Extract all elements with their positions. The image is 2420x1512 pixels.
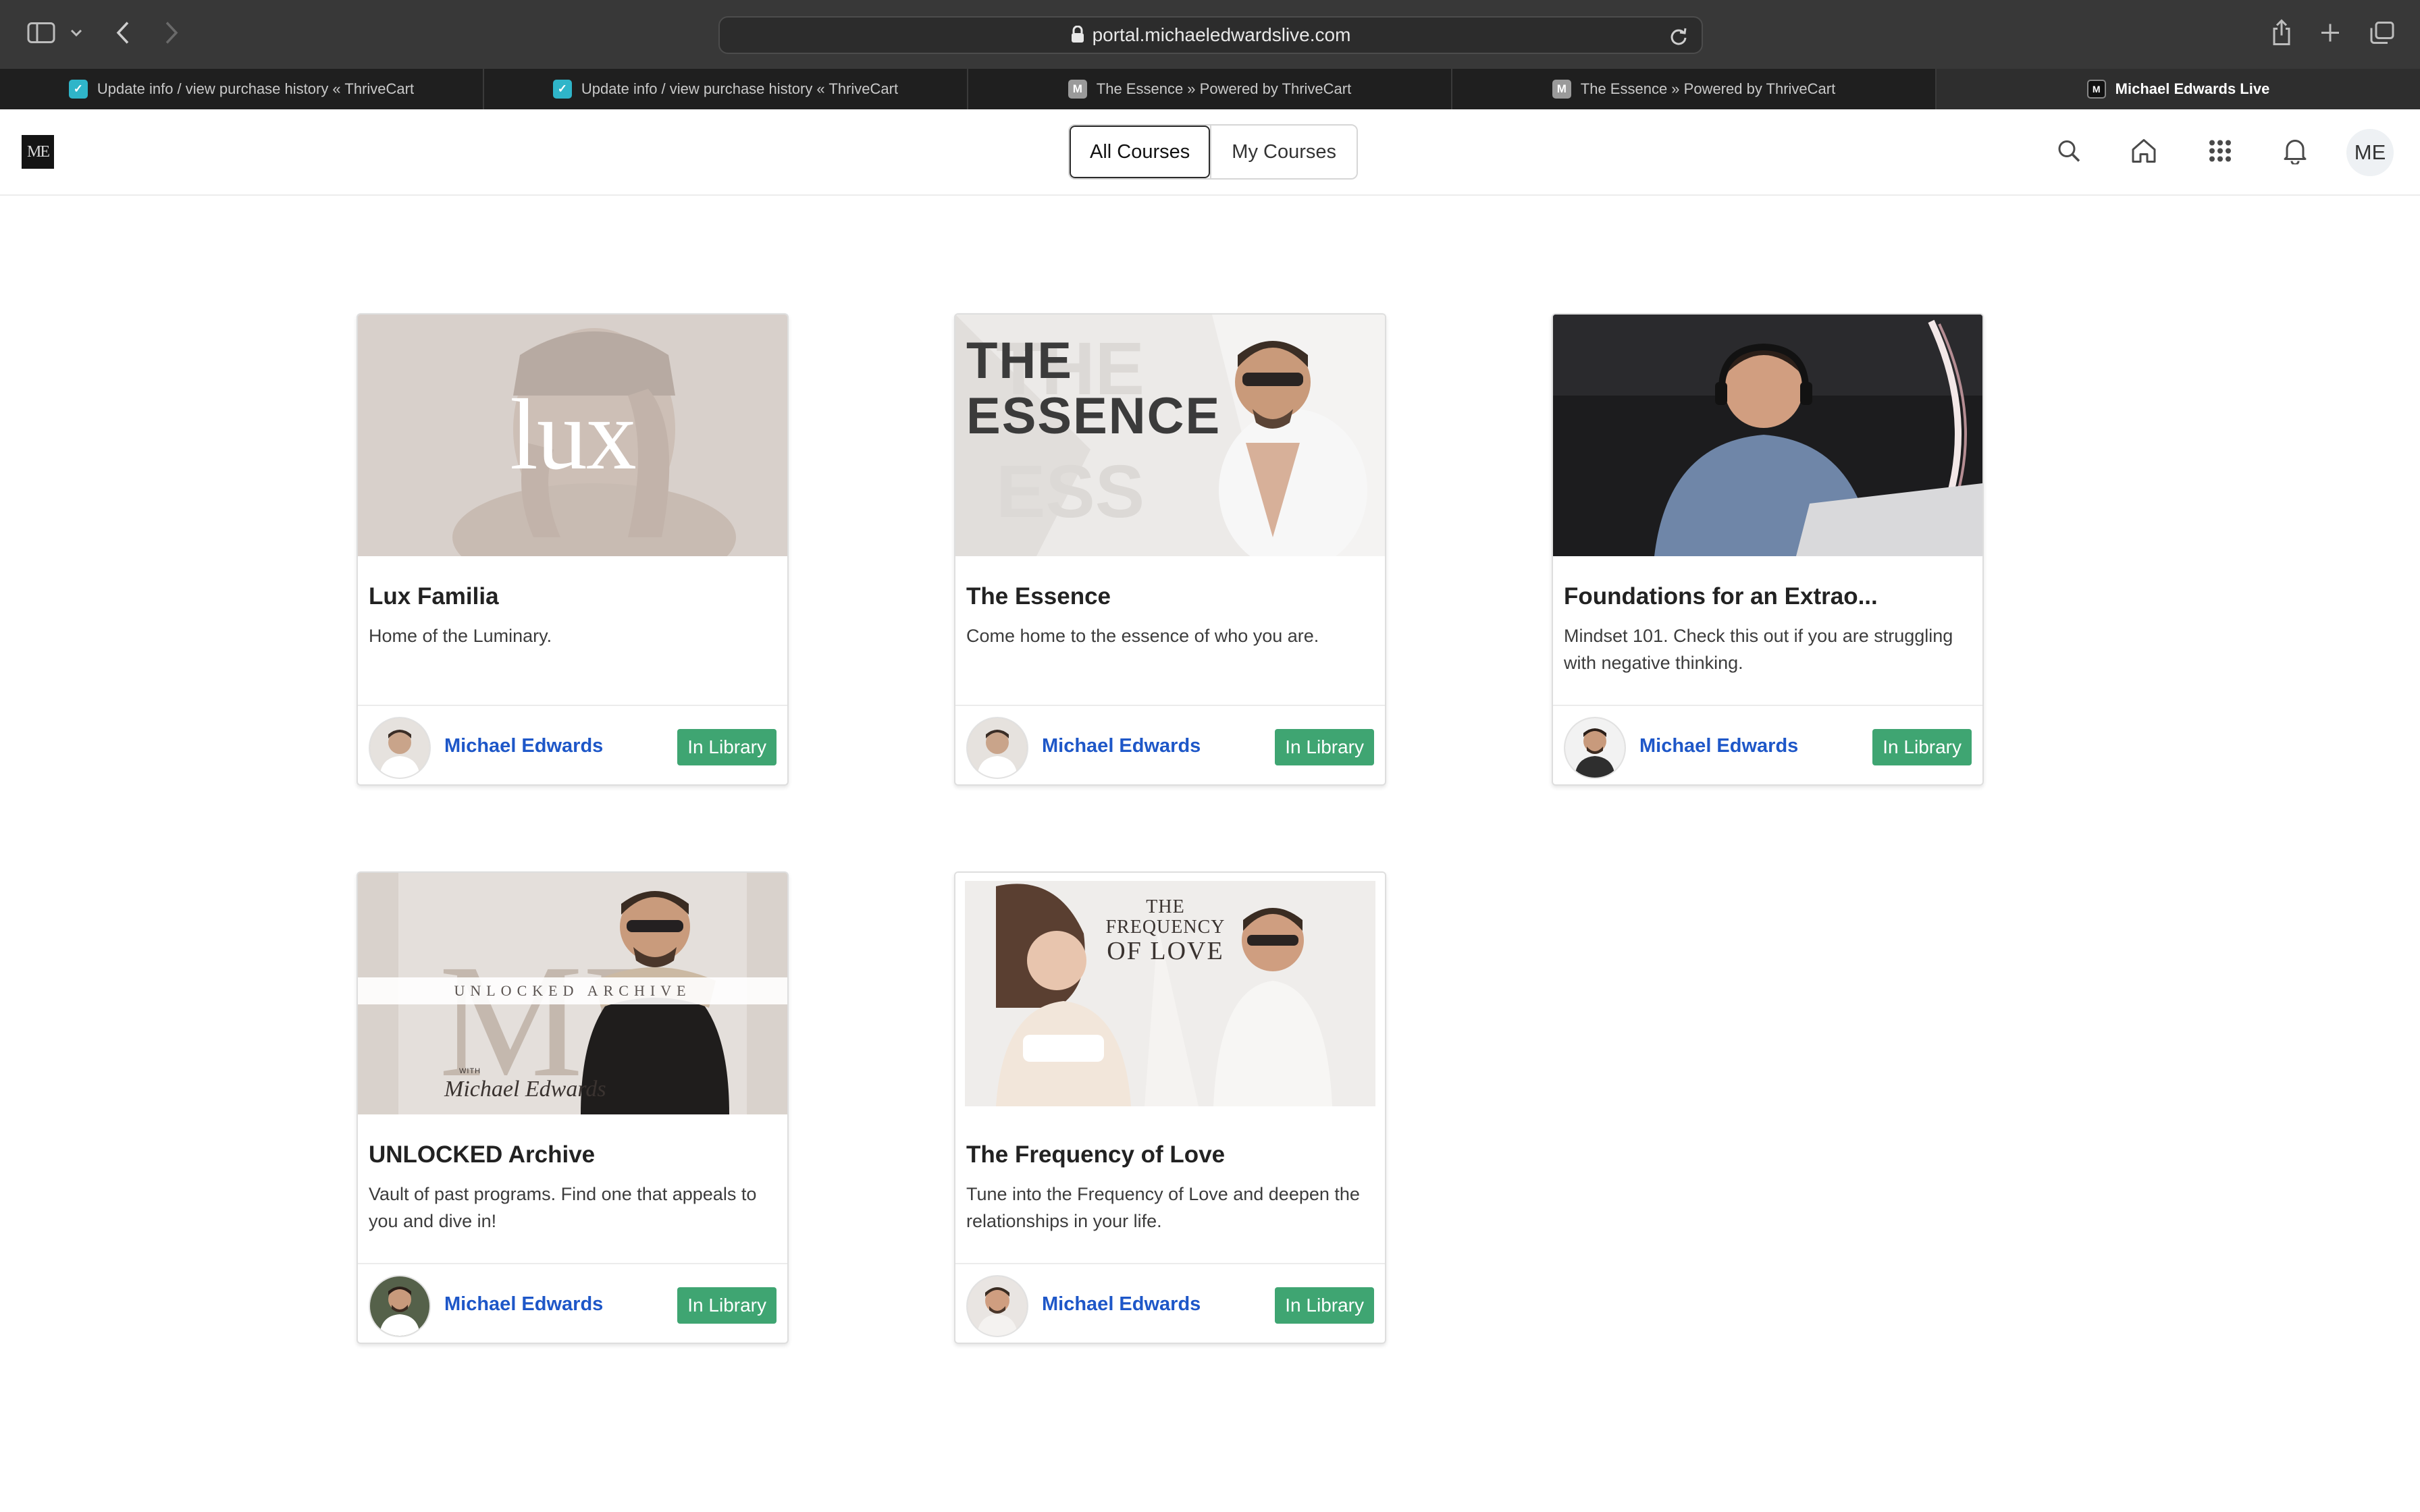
author-link[interactable]: Michael Edwards [444, 706, 603, 784]
url-text: portal.michaeledwardslive.com [1092, 24, 1351, 45]
author-link[interactable]: Michael Edwards [444, 1264, 603, 1343]
apps-grid-icon[interactable] [2209, 140, 2232, 166]
sidebar-toggle-icon[interactable] [27, 22, 55, 47]
browser-toolbar: portal.michaeledwardslive.com [0, 0, 2420, 69]
course-thumbnail: ME UNLOCKED ARCHIVE WITH Michael Edwards [358, 873, 787, 1114]
browser-tab[interactable]: M The Essence » Powered by ThriveCart [968, 69, 1452, 109]
tab-overview-icon[interactable] [2370, 22, 2394, 48]
in-library-badge: In Library [1275, 729, 1374, 765]
course-card[interactable]: lux Lux Familia Home of the Luminary. Mi… [357, 313, 789, 786]
author-link[interactable]: Michael Edwards [1639, 706, 1798, 784]
new-tab-icon[interactable] [2320, 23, 2340, 47]
thumbnail-wordmark: THE ESSENCE [966, 332, 1221, 445]
course-card[interactable]: THE ESS THE ESSENCE The Essence Come hom… [954, 313, 1386, 786]
tab-label: Michael Edwards Live [2115, 80, 2270, 97]
thumbnail-signature: Michael Edwards [444, 1077, 606, 1102]
course-description: Vault of past programs. Find one that ap… [369, 1184, 757, 1231]
course-thumbnail: THE FREQUENCY OF LOVE [955, 873, 1385, 1114]
card-footer: Michael Edwards In Library [358, 1263, 787, 1343]
chevron-down-icon[interactable] [70, 28, 82, 40]
thumbnail-wordmark: lux [510, 379, 637, 491]
m-icon: M [1068, 80, 1087, 99]
tab-label: The Essence » Powered by ThriveCart [1096, 80, 1352, 97]
back-icon[interactable] [116, 22, 130, 48]
course-thumbnail: lux [358, 315, 787, 556]
home-icon[interactable] [2130, 138, 2157, 167]
thrivecart-icon: ✓ [68, 80, 88, 99]
course-card[interactable]: Foundations for an Extrao... Mindset 101… [1552, 313, 1984, 786]
author-link[interactable]: Michael Edwards [1042, 706, 1201, 784]
lock-icon [1071, 20, 1084, 55]
svg-text:ESS: ESS [996, 450, 1145, 533]
site-header: ME All Courses My Courses ME [0, 109, 2420, 196]
tab-label: Update info / view purchase history « Th… [581, 80, 899, 97]
bell-icon[interactable] [2283, 138, 2307, 168]
browser-tab[interactable]: ✓ Update info / view purchase history « … [484, 69, 968, 109]
tab-label: The Essence » Powered by ThriveCart [1580, 80, 1836, 97]
me-logo-icon: M [2086, 80, 2106, 99]
share-icon[interactable] [2271, 19, 2292, 50]
course-thumbnail [1553, 315, 1982, 556]
course-description: Home of the Luminary. [369, 626, 552, 646]
forward-icon[interactable] [165, 22, 178, 48]
search-icon[interactable] [2057, 139, 2081, 167]
author-avatar [966, 1275, 1028, 1337]
course-title[interactable]: The Frequency of Love [966, 1141, 1371, 1168]
site-logo[interactable]: ME [22, 135, 54, 169]
author-avatar [1564, 717, 1626, 779]
address-bar[interactable]: portal.michaeledwardslive.com [718, 16, 1703, 54]
card-footer: Michael Edwards In Library [955, 1263, 1385, 1343]
thumbnail-with: WITH [459, 1067, 481, 1075]
author-link[interactable]: Michael Edwards [1042, 1264, 1201, 1343]
course-title[interactable]: UNLOCKED Archive [369, 1141, 774, 1168]
course-description: Tune into the Frequency of Love and deep… [966, 1184, 1360, 1231]
in-library-badge: In Library [1872, 729, 1972, 765]
card-footer: Michael Edwards In Library [955, 705, 1385, 784]
thumbnail-wordmark: THE FREQUENCY OF LOVE [1105, 896, 1226, 965]
card-footer: Michael Edwards In Library [358, 705, 787, 784]
my-courses-button[interactable]: My Courses [1210, 126, 1357, 178]
thumbnail-banner: UNLOCKED ARCHIVE [358, 977, 787, 1004]
author-avatar [369, 1275, 431, 1337]
course-description: Mindset 101. Check this out if you are s… [1564, 626, 1953, 673]
card-footer: Michael Edwards In Library [1553, 705, 1982, 784]
author-avatar [966, 717, 1028, 779]
thrivecart-icon: ✓ [552, 80, 572, 99]
author-avatar [369, 717, 431, 779]
course-title[interactable]: The Essence [966, 583, 1371, 610]
reload-icon[interactable] [1669, 27, 1688, 49]
course-title[interactable]: Lux Familia [369, 583, 774, 610]
course-title[interactable]: Foundations for an Extrao... [1564, 583, 1969, 610]
m-icon: M [1552, 80, 1571, 99]
in-library-badge: In Library [677, 729, 777, 765]
browser-tab[interactable]: ✓ Update info / view purchase history « … [0, 69, 484, 109]
all-courses-button[interactable]: All Courses [1070, 126, 1211, 178]
browser-tab-active[interactable]: M Michael Edwards Live [1937, 69, 2420, 109]
course-card[interactable]: ME UNLOCKED ARCHIVE WITH Michael Edwards… [357, 871, 789, 1344]
tab-strip: ✓ Update info / view purchase history « … [0, 69, 2420, 109]
user-avatar[interactable]: ME [2346, 129, 2394, 176]
tab-label: Update info / view purchase history « Th… [97, 80, 415, 97]
course-thumbnail: THE ESS THE ESSENCE [955, 315, 1385, 556]
course-card[interactable]: THE FREQUENCY OF LOVE The Frequency of L… [954, 871, 1386, 1344]
course-description: Come home to the essence of who you are. [966, 626, 1319, 646]
in-library-badge: In Library [677, 1287, 777, 1324]
course-filter-toggle: All Courses My Courses [1068, 124, 1358, 180]
in-library-badge: In Library [1275, 1287, 1374, 1324]
browser-tab[interactable]: M The Essence » Powered by ThriveCart [1452, 69, 1937, 109]
